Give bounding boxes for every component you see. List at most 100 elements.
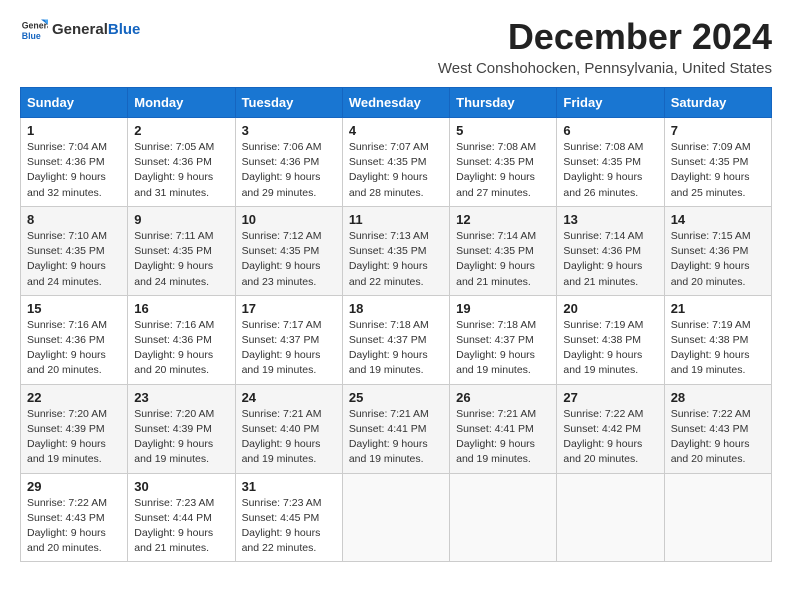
day-number: 1 (27, 123, 121, 138)
day-info: Sunrise: 7:08 AM Sunset: 4:35 PM Dayligh… (456, 140, 550, 201)
logo-icon: General Blue (20, 16, 48, 44)
calendar-cell: 8 Sunrise: 7:10 AM Sunset: 4:35 PM Dayli… (21, 206, 128, 295)
day-info: Sunrise: 7:13 AM Sunset: 4:35 PM Dayligh… (349, 229, 443, 290)
day-info: Sunrise: 7:21 AM Sunset: 4:40 PM Dayligh… (242, 407, 336, 468)
day-number: 31 (242, 479, 336, 494)
day-info: Sunrise: 7:12 AM Sunset: 4:35 PM Dayligh… (242, 229, 336, 290)
day-info: Sunrise: 7:06 AM Sunset: 4:36 PM Dayligh… (242, 140, 336, 201)
day-info: Sunrise: 7:19 AM Sunset: 4:38 PM Dayligh… (563, 318, 657, 379)
day-number: 16 (134, 301, 228, 316)
calendar-cell (557, 473, 664, 562)
calendar-subtitle: West Conshohocken, Pennsylvania, United … (438, 60, 772, 77)
day-number: 20 (563, 301, 657, 316)
day-number: 8 (27, 212, 121, 227)
weekday-header-wednesday: Wednesday (342, 88, 449, 118)
day-info: Sunrise: 7:23 AM Sunset: 4:44 PM Dayligh… (134, 496, 228, 557)
weekday-header-sunday: Sunday (21, 88, 128, 118)
day-number: 9 (134, 212, 228, 227)
day-info: Sunrise: 7:07 AM Sunset: 4:35 PM Dayligh… (349, 140, 443, 201)
day-number: 28 (671, 390, 765, 405)
day-info: Sunrise: 7:19 AM Sunset: 4:38 PM Dayligh… (671, 318, 765, 379)
logo-general-text: GeneralBlue (52, 22, 140, 39)
calendar-cell: 9 Sunrise: 7:11 AM Sunset: 4:35 PM Dayli… (128, 206, 235, 295)
day-number: 25 (349, 390, 443, 405)
weekday-header-monday: Monday (128, 88, 235, 118)
calendar-cell: 18 Sunrise: 7:18 AM Sunset: 4:37 PM Dayl… (342, 295, 449, 384)
logo: General Blue GeneralBlue (20, 16, 140, 44)
day-number: 7 (671, 123, 765, 138)
calendar-cell: 10 Sunrise: 7:12 AM Sunset: 4:35 PM Dayl… (235, 206, 342, 295)
day-info: Sunrise: 7:15 AM Sunset: 4:36 PM Dayligh… (671, 229, 765, 290)
calendar-cell: 27 Sunrise: 7:22 AM Sunset: 4:42 PM Dayl… (557, 384, 664, 473)
day-number: 5 (456, 123, 550, 138)
day-info: Sunrise: 7:04 AM Sunset: 4:36 PM Dayligh… (27, 140, 121, 201)
weekday-header-saturday: Saturday (664, 88, 771, 118)
calendar-title: December 2024 (438, 16, 772, 58)
day-info: Sunrise: 7:10 AM Sunset: 4:35 PM Dayligh… (27, 229, 121, 290)
weekday-header-friday: Friday (557, 88, 664, 118)
calendar-cell: 19 Sunrise: 7:18 AM Sunset: 4:37 PM Dayl… (450, 295, 557, 384)
day-number: 14 (671, 212, 765, 227)
calendar-cell: 3 Sunrise: 7:06 AM Sunset: 4:36 PM Dayli… (235, 118, 342, 207)
calendar-cell: 11 Sunrise: 7:13 AM Sunset: 4:35 PM Dayl… (342, 206, 449, 295)
day-number: 30 (134, 479, 228, 494)
calendar-cell: 13 Sunrise: 7:14 AM Sunset: 4:36 PM Dayl… (557, 206, 664, 295)
calendar-cell: 1 Sunrise: 7:04 AM Sunset: 4:36 PM Dayli… (21, 118, 128, 207)
day-number: 2 (134, 123, 228, 138)
day-info: Sunrise: 7:18 AM Sunset: 4:37 PM Dayligh… (456, 318, 550, 379)
day-info: Sunrise: 7:16 AM Sunset: 4:36 PM Dayligh… (27, 318, 121, 379)
day-number: 11 (349, 212, 443, 227)
calendar-week-row: 8 Sunrise: 7:10 AM Sunset: 4:35 PM Dayli… (21, 206, 772, 295)
calendar-cell: 16 Sunrise: 7:16 AM Sunset: 4:36 PM Dayl… (128, 295, 235, 384)
calendar-cell: 6 Sunrise: 7:08 AM Sunset: 4:35 PM Dayli… (557, 118, 664, 207)
day-info: Sunrise: 7:22 AM Sunset: 4:43 PM Dayligh… (27, 496, 121, 557)
weekday-header-row: SundayMondayTuesdayWednesdayThursdayFrid… (21, 88, 772, 118)
calendar-cell: 4 Sunrise: 7:07 AM Sunset: 4:35 PM Dayli… (342, 118, 449, 207)
day-number: 29 (27, 479, 121, 494)
calendar-cell: 24 Sunrise: 7:21 AM Sunset: 4:40 PM Dayl… (235, 384, 342, 473)
day-number: 18 (349, 301, 443, 316)
calendar-cell: 28 Sunrise: 7:22 AM Sunset: 4:43 PM Dayl… (664, 384, 771, 473)
day-number: 22 (27, 390, 121, 405)
calendar-week-row: 1 Sunrise: 7:04 AM Sunset: 4:36 PM Dayli… (21, 118, 772, 207)
day-number: 17 (242, 301, 336, 316)
page-header: General Blue GeneralBlue December 2024 W… (20, 16, 772, 77)
day-number: 13 (563, 212, 657, 227)
day-info: Sunrise: 7:22 AM Sunset: 4:42 PM Dayligh… (563, 407, 657, 468)
day-info: Sunrise: 7:20 AM Sunset: 4:39 PM Dayligh… (134, 407, 228, 468)
calendar-cell: 22 Sunrise: 7:20 AM Sunset: 4:39 PM Dayl… (21, 384, 128, 473)
calendar-cell: 2 Sunrise: 7:05 AM Sunset: 4:36 PM Dayli… (128, 118, 235, 207)
calendar-cell: 31 Sunrise: 7:23 AM Sunset: 4:45 PM Dayl… (235, 473, 342, 562)
day-info: Sunrise: 7:20 AM Sunset: 4:39 PM Dayligh… (27, 407, 121, 468)
day-number: 15 (27, 301, 121, 316)
day-info: Sunrise: 7:09 AM Sunset: 4:35 PM Dayligh… (671, 140, 765, 201)
svg-text:Blue: Blue (22, 31, 41, 41)
calendar-cell: 14 Sunrise: 7:15 AM Sunset: 4:36 PM Dayl… (664, 206, 771, 295)
calendar-week-row: 22 Sunrise: 7:20 AM Sunset: 4:39 PM Dayl… (21, 384, 772, 473)
calendar-cell: 23 Sunrise: 7:20 AM Sunset: 4:39 PM Dayl… (128, 384, 235, 473)
calendar-cell: 26 Sunrise: 7:21 AM Sunset: 4:41 PM Dayl… (450, 384, 557, 473)
calendar-cell: 5 Sunrise: 7:08 AM Sunset: 4:35 PM Dayli… (450, 118, 557, 207)
calendar-cell: 20 Sunrise: 7:19 AM Sunset: 4:38 PM Dayl… (557, 295, 664, 384)
calendar-cell (664, 473, 771, 562)
calendar-week-row: 15 Sunrise: 7:16 AM Sunset: 4:36 PM Dayl… (21, 295, 772, 384)
day-info: Sunrise: 7:23 AM Sunset: 4:45 PM Dayligh… (242, 496, 336, 557)
day-number: 6 (563, 123, 657, 138)
calendar-week-row: 29 Sunrise: 7:22 AM Sunset: 4:43 PM Dayl… (21, 473, 772, 562)
day-info: Sunrise: 7:17 AM Sunset: 4:37 PM Dayligh… (242, 318, 336, 379)
calendar-cell: 21 Sunrise: 7:19 AM Sunset: 4:38 PM Dayl… (664, 295, 771, 384)
day-number: 3 (242, 123, 336, 138)
title-block: December 2024 West Conshohocken, Pennsyl… (438, 16, 772, 77)
day-number: 19 (456, 301, 550, 316)
calendar-cell: 30 Sunrise: 7:23 AM Sunset: 4:44 PM Dayl… (128, 473, 235, 562)
day-number: 4 (349, 123, 443, 138)
calendar-cell: 25 Sunrise: 7:21 AM Sunset: 4:41 PM Dayl… (342, 384, 449, 473)
day-info: Sunrise: 7:14 AM Sunset: 4:35 PM Dayligh… (456, 229, 550, 290)
day-number: 23 (134, 390, 228, 405)
day-info: Sunrise: 7:22 AM Sunset: 4:43 PM Dayligh… (671, 407, 765, 468)
calendar-table: SundayMondayTuesdayWednesdayThursdayFrid… (20, 87, 772, 562)
weekday-header-thursday: Thursday (450, 88, 557, 118)
day-info: Sunrise: 7:08 AM Sunset: 4:35 PM Dayligh… (563, 140, 657, 201)
day-number: 21 (671, 301, 765, 316)
weekday-header-tuesday: Tuesday (235, 88, 342, 118)
